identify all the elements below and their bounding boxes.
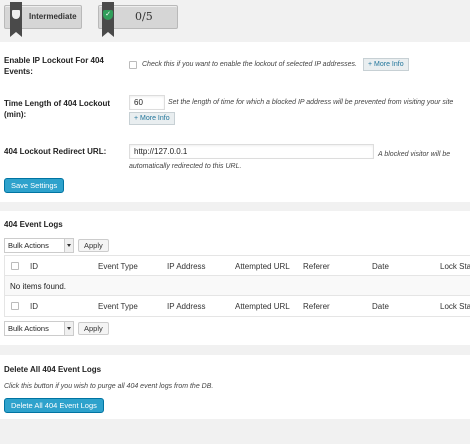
delete-all-panel: Delete All 404 Event Logs Click this but… (0, 355, 470, 419)
column-header-id[interactable]: ID (30, 262, 38, 271)
column-footer-id[interactable]: ID (30, 302, 38, 311)
delete-all-title: Delete All 404 Event Logs (4, 365, 102, 374)
apply-button-top[interactable]: Apply (78, 239, 109, 252)
time-length-description: Set the length of time for which a block… (168, 99, 454, 106)
bulk-actions-select-bottom[interactable]: Bulk Actions (4, 321, 74, 336)
time-length-input[interactable]: 60 (129, 95, 165, 110)
column-header-attempted-url[interactable]: Attempted URL (235, 262, 290, 271)
event-logs-title: 404 Event Logs (4, 220, 63, 229)
lockout-more-info-button[interactable]: + More Info (363, 58, 409, 71)
redirect-description: A blocked visitor will be automatically … (129, 151, 451, 170)
lockout-description: Check this if you want to enable the loc… (142, 61, 357, 68)
event-logs-table: ID Event Type IP Address Attempted URL R… (4, 255, 470, 317)
table-header-row: ID Event Type IP Address Attempted URL R… (5, 256, 470, 276)
level-badge-label: Intermediate (29, 12, 77, 21)
time-length-more-info-button[interactable]: + More Info (129, 112, 175, 125)
shield-icon (12, 10, 20, 19)
delete-all-description: Click this button if you wish to purge a… (4, 383, 214, 390)
table-footer-row: ID Event Type IP Address Attempted URL R… (5, 296, 470, 316)
time-length-label: Time Length of 404 Lockout (min): (4, 99, 111, 119)
apply-button-bottom[interactable]: Apply (78, 322, 109, 335)
redirect-label: 404 Lockout Redirect URL: (4, 147, 107, 156)
bulk-actions-bottom-value: Bulk Actions (8, 324, 49, 333)
empty-message: No items found. (10, 282, 67, 291)
lockout-checkbox[interactable] (129, 61, 137, 69)
table-empty-row: No items found. (5, 276, 470, 296)
score-flag: ✓ (102, 2, 114, 37)
check-shield-icon: ✓ (103, 10, 113, 20)
score-badge: ✓ 0/5 (98, 2, 178, 37)
column-header-date[interactable]: Date (372, 262, 389, 271)
bulk-actions-select-top[interactable]: Bulk Actions (4, 238, 74, 253)
event-logs-panel: 404 Event Logs Bulk Actions Apply ID Eve… (0, 211, 470, 345)
column-footer-attempted-url[interactable]: Attempted URL (235, 302, 290, 311)
bulk-actions-top-value: Bulk Actions (8, 241, 49, 250)
delete-all-button[interactable]: Delete All 404 Event Logs (4, 398, 104, 413)
column-footer-ip-address[interactable]: IP Address (167, 302, 206, 311)
level-badge: Intermediate (4, 2, 82, 37)
column-footer-lock-status[interactable]: Lock Sta (440, 302, 470, 311)
score-badge-label: 0/5 (135, 10, 153, 23)
level-flag (10, 2, 22, 37)
column-footer-referer[interactable]: Referer (303, 302, 330, 311)
column-footer-date[interactable]: Date (372, 302, 389, 311)
select-all-checkbox[interactable] (11, 262, 19, 270)
column-header-event-type[interactable]: Event Type (98, 262, 138, 271)
column-footer-event-type[interactable]: Event Type (98, 302, 138, 311)
chevron-down-icon (64, 322, 73, 335)
select-all-checkbox-footer[interactable] (11, 302, 19, 310)
column-header-lock-status[interactable]: Lock Sta (440, 262, 470, 271)
column-header-referer[interactable]: Referer (303, 262, 330, 271)
column-header-ip-address[interactable]: IP Address (167, 262, 206, 271)
save-settings-button[interactable]: Save Settings (4, 178, 65, 193)
lockout-label: Enable IP Lockout For 404 Events: (4, 56, 104, 76)
settings-panel: Enable IP Lockout For 404 Events: Check … (0, 42, 470, 202)
chevron-down-icon (64, 239, 73, 252)
